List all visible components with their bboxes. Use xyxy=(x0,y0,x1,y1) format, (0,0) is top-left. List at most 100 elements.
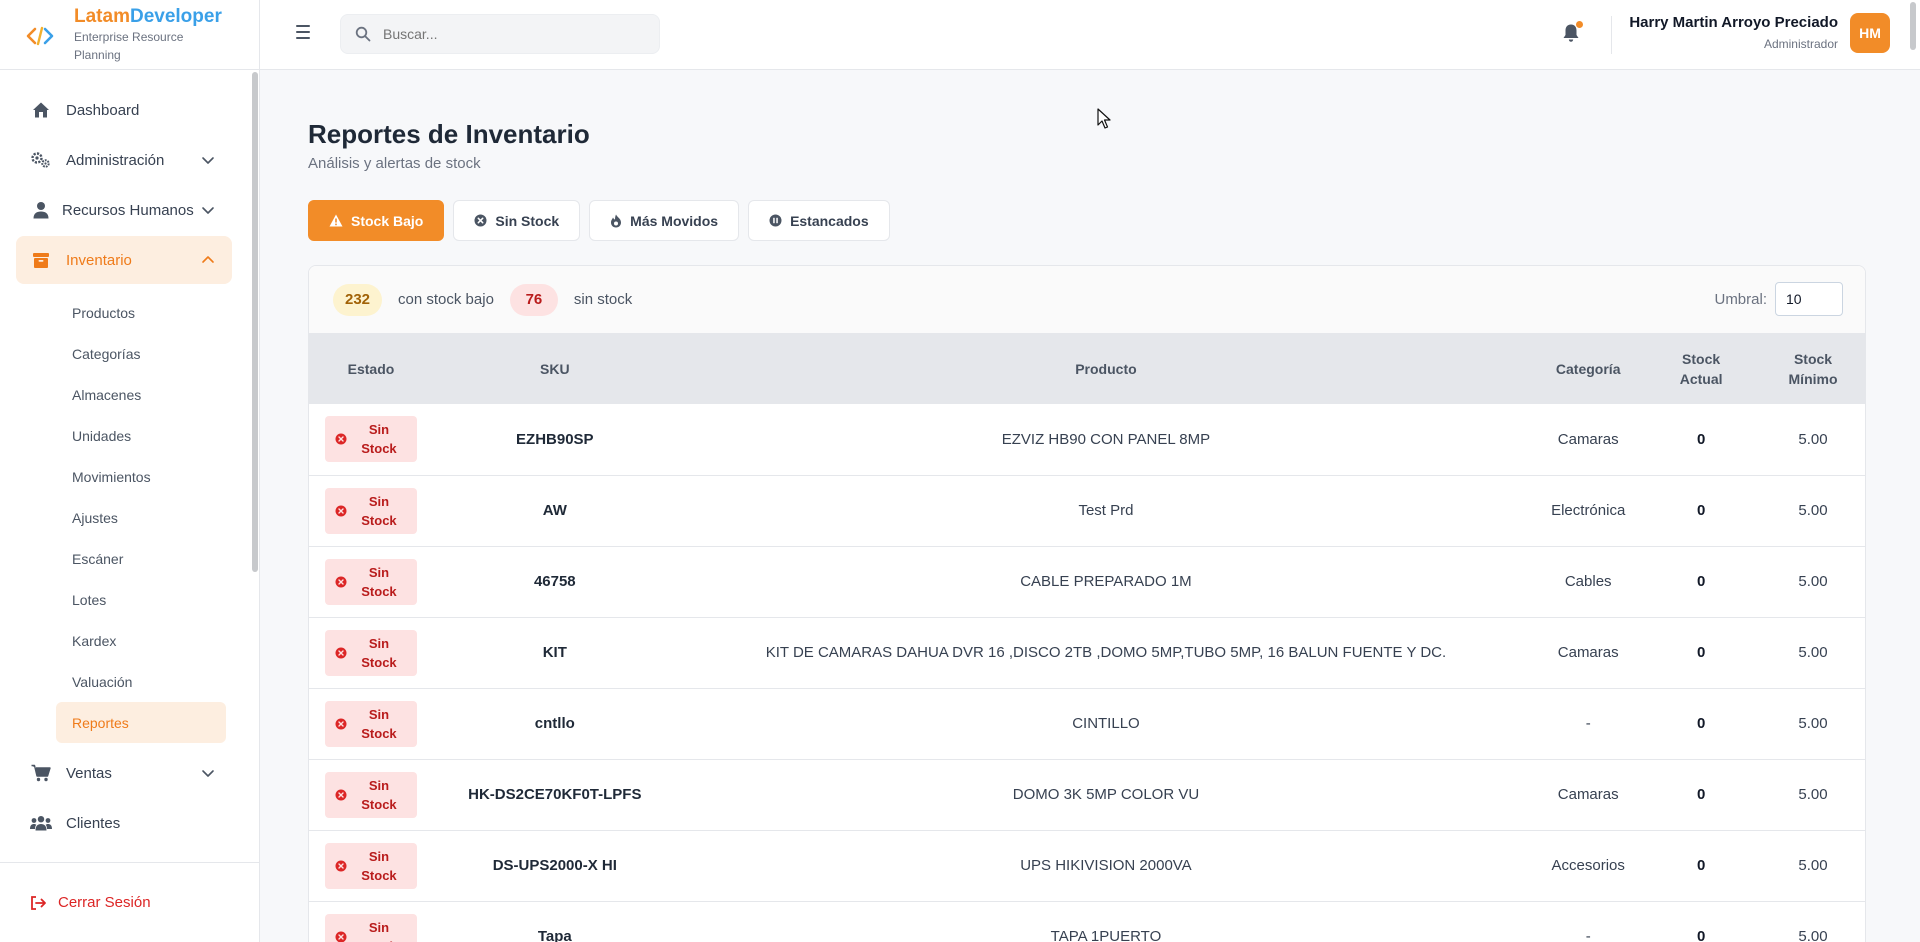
table-row[interactable]: Sin Stock KIT KIT DE CAMARAS DAHUA DVR 16 … xyxy=(309,617,1865,688)
status-badge: Sin Stock xyxy=(324,487,417,534)
tab-label: Estancados xyxy=(790,212,869,229)
table-row[interactable]: Sin Stock cntllo CINTILLO - 0 5.00 xyxy=(309,688,1865,759)
sidebar-subitem-valuacion[interactable]: Valuación xyxy=(56,661,226,702)
sidebar-subitem-lotes[interactable]: Lotes xyxy=(56,579,226,620)
status-badge-label: Sin Stock xyxy=(361,848,397,883)
cell-producto: KIT DE CAMARAS DAHUA DVR 16 ,DISCO 2TB ,… xyxy=(765,644,1447,661)
report-card: 232 con stock bajo 76 sin stock Umbral: … xyxy=(308,265,1866,942)
sidebar-subitem-unidades[interactable]: Unidades xyxy=(56,415,226,456)
threshold-label: Umbral: xyxy=(1714,290,1767,308)
sidebar-subitem-kardex[interactable]: Kardex xyxy=(56,620,226,661)
chevron-down-icon xyxy=(202,157,214,164)
cell-categoria: Cables xyxy=(1564,573,1612,590)
cell-estado: Sin Stock xyxy=(309,404,433,475)
cell-stock-minimo: 5.00 xyxy=(1798,644,1828,661)
brand[interactable]: LatamDeveloper Enterprise Resource Plann… xyxy=(0,0,259,70)
cell-categoria: - xyxy=(1585,715,1591,732)
col-header-producto[interactable]: Producto xyxy=(677,334,1536,404)
home-icon xyxy=(30,99,52,121)
user-name[interactable]: Harry Martin Arroyo Preciado xyxy=(1629,14,1838,31)
cell-producto: TAPA 1PUERTO xyxy=(1050,928,1162,942)
tab-label: Stock Bajo xyxy=(351,212,424,229)
table-body: Sin Stock EZHB90SP EZVIZ HB90 CON PANEL 8M… xyxy=(309,404,1865,942)
search-icon xyxy=(355,26,371,42)
search-input[interactable] xyxy=(383,26,643,42)
low-stock-count-badge: 232 xyxy=(333,283,383,316)
cell-estado: Sin Stock xyxy=(309,830,433,901)
col-header-estado[interactable]: Estado xyxy=(309,334,433,404)
table-row[interactable]: Sin Stock 46758 CABLE PREPARADO 1M Cables 0 5… xyxy=(309,546,1865,617)
sidebar-item-label: Dashboard xyxy=(66,101,140,119)
sidebar-subitem-categorias[interactable]: Categorías xyxy=(56,333,226,374)
col-header-sku[interactable]: SKU xyxy=(433,334,677,404)
users-icon xyxy=(30,812,52,834)
col-header-categoria[interactable]: Categoría xyxy=(1535,334,1641,404)
menu-toggle-icon[interactable] xyxy=(294,23,314,41)
box-icon xyxy=(30,249,52,271)
sidebar-nav: Dashboard Administración Recursos Humano… xyxy=(0,86,248,861)
low-stock-label: con stock bajo xyxy=(398,291,494,308)
sidebar-subitem-productos[interactable]: Productos xyxy=(56,292,226,333)
sidebar-subitem-escaner[interactable]: Escáner xyxy=(56,538,226,579)
cell-producto: EZVIZ HB90 CON PANEL 8MP xyxy=(1001,430,1211,448)
status-badge: Sin Stock xyxy=(324,558,417,605)
table-row[interactable]: Sin Stock AW Test Prd Electrónica 0 5.00 xyxy=(309,475,1865,546)
sidebar-item-recursos-humanos[interactable]: Recursos Humanos xyxy=(16,186,232,234)
cell-categoria: Camaras xyxy=(1557,786,1619,803)
sidebar-item-partial[interactable] xyxy=(16,849,232,861)
brand-name: LatamDeveloper xyxy=(74,6,222,28)
cell-sku: HK-DS2CE70KF0T-LPFS xyxy=(468,786,642,803)
status-badge-label: Sin Stock xyxy=(361,706,397,741)
search-box[interactable] xyxy=(340,14,660,54)
x-circle-icon xyxy=(335,931,347,942)
table-row[interactable]: Sin Stock HK-DS2CE70KF0T-LPFS DOMO 3K 5MP … xyxy=(309,759,1865,830)
page-scrollbar[interactable] xyxy=(1910,2,1916,50)
inventory-table: Estado SKU Producto Categoría Stock Actu… xyxy=(309,334,1865,942)
x-circle-icon xyxy=(335,860,347,872)
cell-stock-minimo: 5.00 xyxy=(1798,430,1828,448)
threshold-input[interactable] xyxy=(1775,282,1843,316)
x-circle-icon xyxy=(335,576,347,588)
sidebar-subitem-movimientos[interactable]: Movimientos xyxy=(56,456,226,497)
cell-stock-minimo: 5.00 xyxy=(1798,715,1828,732)
gears-icon xyxy=(30,149,52,171)
cell-stock-actual: 0 xyxy=(1696,644,1706,661)
tab-estancados[interactable]: Estancados xyxy=(748,200,890,241)
col-header-stock-actual[interactable]: Stock Actual xyxy=(1641,334,1761,404)
cell-categoria: Accesorios xyxy=(1551,857,1625,874)
sidebar-item-ventas[interactable]: Ventas xyxy=(16,749,232,797)
logout-button[interactable]: Cerrar Sesión xyxy=(0,862,259,942)
out-of-stock-count-badge: 76 xyxy=(509,283,558,316)
tab-sin-stock[interactable]: Sin Stock xyxy=(453,200,581,241)
sidebar-item-label: Recursos Humanos xyxy=(62,201,194,219)
cell-stock-actual: 0 xyxy=(1696,502,1706,519)
table-row[interactable]: Sin Stock DS-UPS2000-X HI UPS HIKIVISION 2… xyxy=(309,830,1865,901)
cell-stock-minimo: 5.00 xyxy=(1798,786,1828,803)
tab-mas-movidos[interactable]: Más Movidos xyxy=(589,200,740,241)
table-row[interactable]: Sin Stock Tapa TAPA 1PUERTO - 0 5.00 xyxy=(309,901,1865,942)
cell-sku: cntllo xyxy=(534,715,575,732)
cart-icon xyxy=(30,762,52,784)
avatar[interactable]: HM xyxy=(1850,13,1890,53)
x-circle-icon xyxy=(335,789,347,801)
tab-stock-bajo[interactable]: Stock Bajo xyxy=(308,200,445,241)
sidebar-item-administracion[interactable]: Administración xyxy=(16,136,232,184)
sidebar-scrollbar[interactable] xyxy=(252,72,258,572)
status-badge: Sin Stock xyxy=(324,771,417,818)
sidebar-subitem-reportes[interactable]: Reportes xyxy=(56,702,226,743)
sidebar-item-dashboard[interactable]: Dashboard xyxy=(16,86,232,134)
sidebar-item-inventario[interactable]: Inventario xyxy=(16,236,232,284)
status-badge: Sin Stock xyxy=(324,629,417,676)
cell-producto: DOMO 3K 5MP COLOR VU xyxy=(1012,786,1200,803)
sidebar-subitem-almacenes[interactable]: Almacenes xyxy=(56,374,226,415)
sidebar-subitem-ajustes[interactable]: Ajustes xyxy=(56,497,226,538)
status-badge-label: Sin Stock xyxy=(361,493,397,528)
cell-stock-minimo: 5.00 xyxy=(1798,573,1828,590)
status-badge: Sin Stock xyxy=(324,842,417,889)
sidebar-item-label: Ventas xyxy=(66,764,112,782)
brand-name-part1: Latam xyxy=(74,6,130,27)
col-header-stock-minimo[interactable]: Stock Mínimo xyxy=(1761,334,1865,404)
notifications-button[interactable] xyxy=(1560,21,1584,46)
table-row[interactable]: Sin Stock EZHB90SP EZVIZ HB90 CON PANEL 8M… xyxy=(309,404,1865,475)
sidebar-item-clientes[interactable]: Clientes xyxy=(16,799,232,847)
